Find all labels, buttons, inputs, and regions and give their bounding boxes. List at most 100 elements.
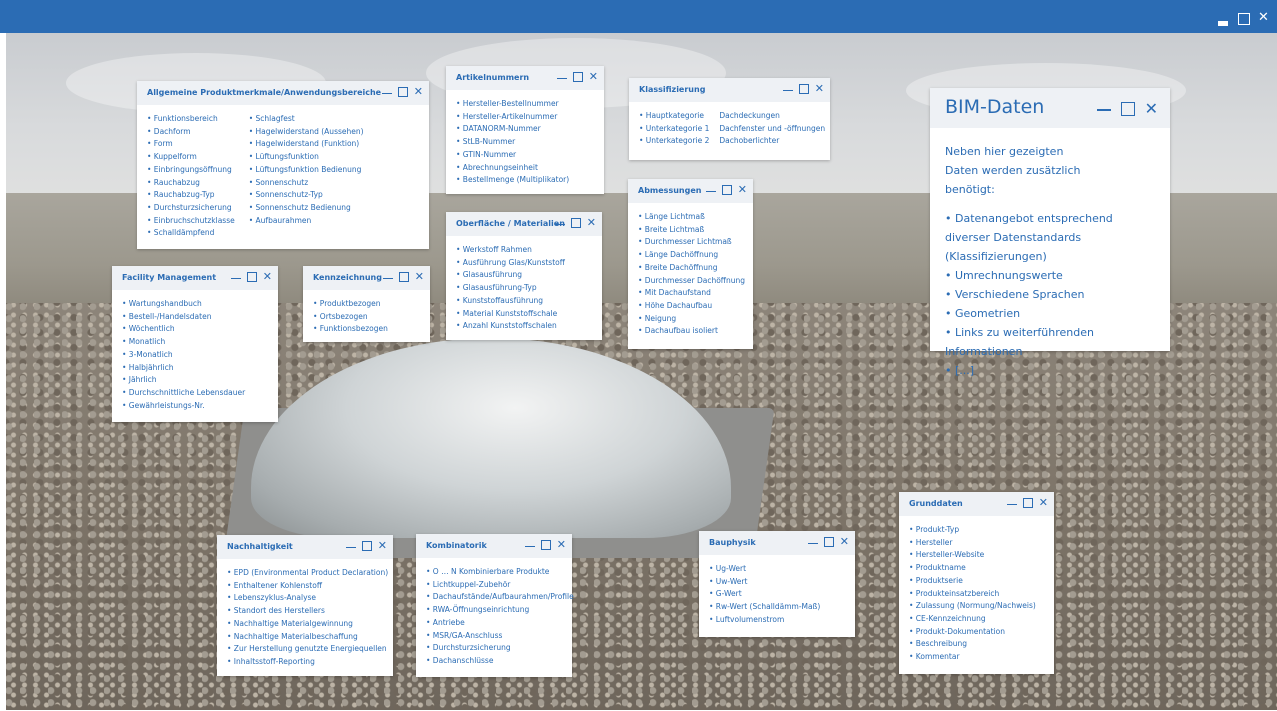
list-item: • Form [147, 139, 173, 149]
item-list: • Schlagfest • Hagelwiderstand (Aussehen… [249, 105, 378, 240]
list-item: • Sonnenschutz Bedienung [248, 202, 351, 212]
window-header[interactable]: Klassifizierung ✕ [629, 78, 830, 102]
minimize-icon[interactable] [782, 89, 793, 91]
minimize-icon[interactable] [554, 223, 565, 225]
item-list: • Werkstoff Rahmen • Ausführung Glas/Kun… [446, 236, 602, 333]
maximize-icon[interactable] [823, 537, 834, 547]
minimize-icon[interactable] [1006, 503, 1017, 505]
close-icon[interactable]: ✕ [840, 536, 849, 548]
window-kennzeichnung[interactable]: Kennzeichnung ✕ • Produktbezogen • Ortsb… [303, 266, 430, 342]
window-header[interactable]: Kennzeichnung ✕ [303, 266, 430, 290]
window-header[interactable]: Oberfläche / Materialien ✕ [446, 212, 602, 236]
list-item: • Glasausführung-Typ [456, 283, 537, 293]
window-klassifizierung[interactable]: Klassifizierung ✕ • Hauptkategorie • Unt… [629, 78, 830, 160]
maximize-icon[interactable] [721, 185, 732, 195]
list-item: • Hagelwiderstand (Funktion) [248, 139, 360, 149]
list-item: • Luftvolumenstrom [709, 614, 785, 624]
window-title: Kennzeichnung [313, 273, 382, 282]
maximize-icon[interactable] [246, 272, 257, 282]
maximize-icon[interactable] [572, 72, 583, 82]
close-icon[interactable]: ✕ [378, 540, 387, 552]
maximize-icon[interactable] [398, 272, 409, 282]
list-item: • Jährlich [122, 375, 157, 385]
maximize-icon[interactable] [540, 540, 551, 550]
list-item: • Verschiedene Sprachen [945, 288, 1085, 301]
window-header[interactable]: BIM-Daten ✕ [930, 88, 1170, 128]
minimize-icon[interactable] [807, 542, 818, 544]
minimize-icon[interactable] [381, 92, 392, 94]
list-item: • Kunststoffausführung [456, 295, 544, 305]
close-icon[interactable]: ✕ [414, 86, 423, 98]
close-icon[interactable]: ✕ [589, 71, 598, 83]
window-header[interactable]: Allgemeine Produktmerkmale/Anwendungsber… [137, 81, 429, 105]
close-icon[interactable]: ✕ [1258, 11, 1269, 25]
list-item: • Durchmesser Dachöffnung [638, 275, 745, 285]
close-icon[interactable]: ✕ [1039, 497, 1048, 509]
list-item: • Rauchabzug-Typ [147, 190, 215, 200]
minimize-icon[interactable] [1218, 21, 1228, 26]
list-item: • G-Wert [709, 589, 742, 599]
list-item: Dachfenster und -öffnungen [719, 123, 826, 133]
close-icon[interactable]: ✕ [557, 539, 566, 551]
window-title: Nachhaltigkeit [227, 542, 293, 551]
window-header[interactable]: Artikelnummern ✕ [446, 66, 604, 90]
window-header[interactable]: Bauphysik ✕ [699, 531, 855, 555]
close-icon[interactable]: ✕ [263, 271, 272, 283]
window-abmessungen[interactable]: Abmessungen ✕ • Länge Lichtmaß • Breite … [628, 179, 753, 349]
maximize-icon[interactable] [361, 541, 372, 551]
window-title: Allgemeine Produktmerkmale/Anwendungsber… [147, 88, 382, 97]
maximize-icon[interactable] [1120, 102, 1135, 116]
window-header[interactable]: Abmessungen ✕ [628, 179, 753, 203]
maximize-icon[interactable] [570, 218, 581, 228]
window-header[interactable]: Facility Management ✕ [112, 266, 278, 290]
window-oberflaeche-materialien[interactable]: Oberfläche / Materialien ✕ • Werkstoff R… [446, 212, 602, 340]
list-item: • Bestell-/Handelsdaten [122, 311, 212, 321]
window-title: Grunddaten [909, 499, 963, 508]
list-item: • Hersteller [909, 537, 953, 547]
close-icon[interactable]: ✕ [1145, 101, 1158, 117]
list-item: • Funktionsbereich [147, 114, 218, 123]
window-allgemeine-produktmerkmale[interactable]: Allgemeine Produktmerkmale/Anwendungsber… [137, 81, 429, 249]
minimize-icon[interactable] [230, 277, 241, 279]
close-icon[interactable]: ✕ [815, 83, 824, 95]
minimize-icon[interactable] [524, 545, 535, 547]
window-header[interactable]: Nachhaltigkeit ✕ [217, 535, 393, 559]
list-item: • Gewährleistungs-Nr. [122, 400, 205, 410]
minimize-icon[interactable] [382, 277, 393, 279]
list-item: • Schlagfest [248, 114, 295, 123]
maximize-icon[interactable] [397, 87, 408, 97]
window-bim-daten[interactable]: BIM-Daten ✕ Neben hier gezeigten Daten w… [930, 88, 1170, 377]
minimize-icon[interactable] [1096, 109, 1111, 111]
list-item: • Funktionsbezogen [313, 324, 388, 334]
close-icon[interactable]: ✕ [738, 184, 747, 196]
maximize-icon[interactable] [1022, 498, 1033, 508]
minimize-icon[interactable] [556, 77, 567, 79]
list-item: • Anzahl Kunststoffschalen [456, 321, 557, 331]
window-facility-management[interactable]: Facility Management ✕ • Wartungshandbuch… [112, 266, 278, 422]
minimize-icon[interactable] [705, 190, 716, 192]
window-bauphysik[interactable]: Bauphysik ✕ • Ug-Wert • Uw-Wert • G-Wert… [699, 531, 855, 637]
list-item: • Material Kunststoffschale [456, 308, 558, 318]
list-item: • Hersteller-Bestellnummer [456, 99, 559, 108]
list-item: • Halbjährlich [122, 362, 174, 372]
window-kombinatorik[interactable]: Kombinatorik ✕ • O … N Kombinierbare Pro… [416, 534, 574, 677]
list-item: • Kuppelform [147, 152, 197, 162]
item-list: • Funktionsbereich • Dachform • Form • K… [137, 105, 249, 240]
close-icon[interactable]: ✕ [415, 271, 424, 283]
list-item: • Nachhaltige Materialgewinnung [227, 618, 353, 628]
window-header[interactable]: Grunddaten ✕ [899, 492, 1054, 516]
window-title: Artikelnummern [456, 73, 530, 82]
list-item: • Aufbaurahmen [248, 215, 312, 225]
close-icon[interactable]: ✕ [587, 217, 596, 229]
list-item: • Einbringungsöffnung [147, 164, 232, 174]
list-item: • Ug-Wert [709, 564, 747, 573]
window-header[interactable]: Kombinatorik ✕ [416, 534, 572, 558]
list-item: • Umrechnungswerte [945, 269, 1063, 282]
window-artikelnummern[interactable]: Artikelnummern ✕ • Hersteller-Bestellnum… [446, 66, 604, 194]
maximize-icon[interactable] [1238, 13, 1250, 25]
window-nachhaltigkeit[interactable]: Nachhaltigkeit ✕ • EPD (Environmental Pr… [217, 535, 393, 676]
maximize-icon[interactable] [798, 84, 809, 94]
minimize-icon[interactable] [345, 546, 356, 548]
window-grunddaten[interactable]: Grunddaten ✕ • Produkt-Typ • Hersteller … [899, 492, 1054, 674]
list-item: • [...] [945, 364, 975, 377]
